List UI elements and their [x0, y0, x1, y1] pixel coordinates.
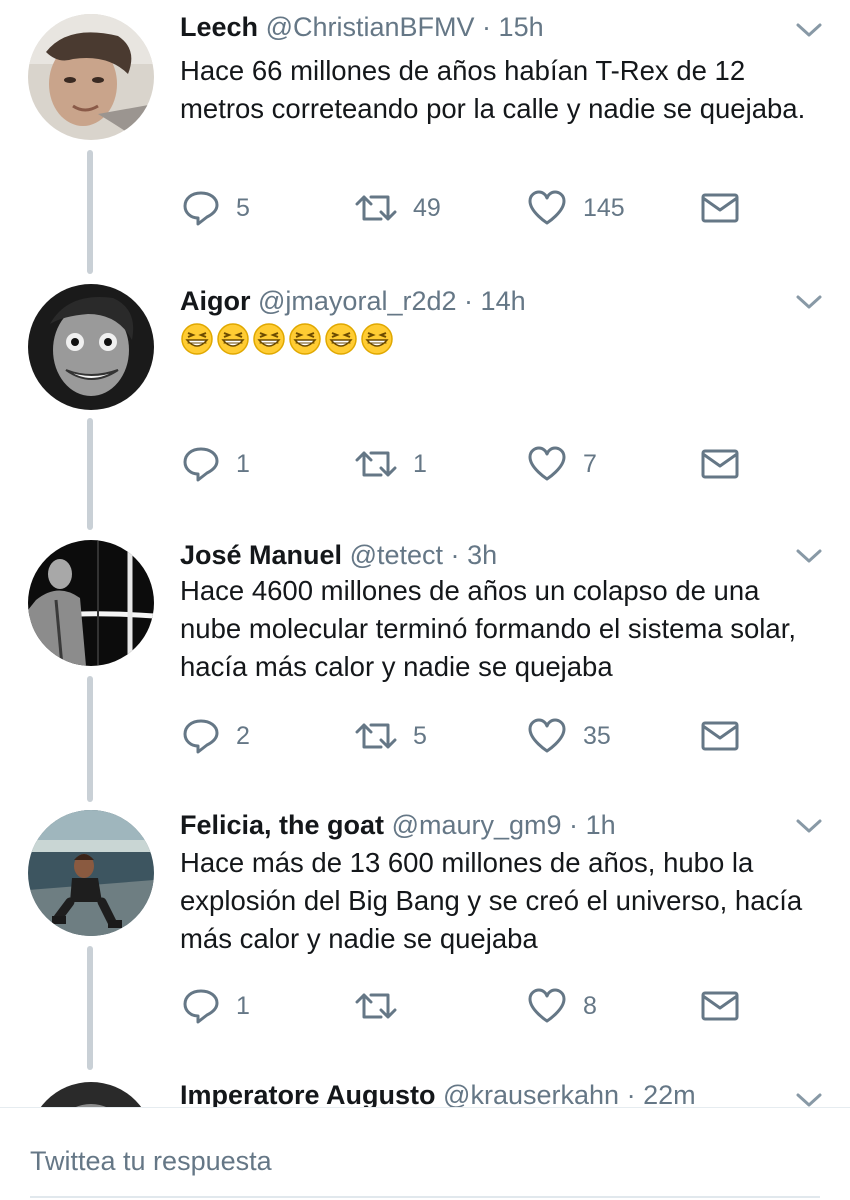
author-handle[interactable]: @krauserkahn — [443, 1080, 619, 1110]
chevron-down-icon[interactable] — [794, 292, 824, 312]
author-handle[interactable]: @ChristianBFMV — [266, 12, 475, 42]
tweet: Felicia, the goat @maury_gm9 · 1h Hace m… — [0, 808, 850, 1048]
retweet-count: 5 — [413, 721, 427, 750]
avatar[interactable] — [28, 810, 154, 936]
author-handle[interactable]: @maury_gm9 — [392, 810, 562, 840]
direct-message-button[interactable] — [700, 986, 740, 1026]
tweet: José Manuel @tetect · 3h Hace 4600 millo… — [0, 538, 850, 778]
avatar[interactable] — [28, 284, 154, 410]
reply-composer: Twittea tu respuesta — [0, 1107, 850, 1200]
heart-icon — [528, 718, 566, 753]
reply-icon — [183, 191, 219, 226]
direct-message-button[interactable] — [700, 188, 740, 228]
tweet-header: Leech @ChristianBFMV · 15h — [180, 10, 544, 44]
direct-message-button[interactable] — [700, 444, 740, 484]
reply-button[interactable]: 2 — [182, 716, 250, 756]
heart-icon — [528, 190, 566, 225]
retweet-button[interactable]: 5 — [355, 716, 427, 756]
author-name[interactable]: José Manuel — [180, 540, 342, 570]
like-count: 35 — [583, 721, 611, 750]
timestamp[interactable]: 3h — [467, 540, 497, 570]
grinning-squinting-face-icon — [181, 323, 213, 355]
avatar[interactable] — [28, 14, 154, 140]
grinning-squinting-face-icon — [325, 323, 357, 355]
grinning-squinting-face-icon — [289, 323, 321, 355]
chevron-down-icon[interactable] — [794, 816, 824, 836]
tweet-header: Felicia, the goat @maury_gm9 · 1h — [180, 808, 616, 842]
author-handle[interactable]: @tetect — [350, 540, 443, 570]
reply-input-underline — [30, 1196, 820, 1198]
envelope-icon — [701, 193, 739, 223]
grinning-squinting-face-icon — [361, 323, 393, 355]
like-count: 7 — [583, 449, 597, 478]
retweet-icon — [355, 723, 397, 749]
separator-dot: · — [450, 540, 460, 570]
timestamp[interactable]: 15h — [499, 12, 544, 42]
emoji-row — [180, 322, 394, 356]
reply-input[interactable]: Twittea tu respuesta — [30, 1146, 272, 1177]
retweet-button[interactable]: 49 — [355, 188, 441, 228]
separator-dot: · — [626, 1080, 636, 1110]
tweet-actions: 1 1 7 — [180, 444, 780, 484]
retweet-icon — [355, 993, 397, 1019]
reply-count: 1 — [236, 991, 250, 1020]
grinning-squinting-face-icon — [253, 323, 285, 355]
avatar[interactable] — [28, 540, 154, 666]
separator-dot: · — [569, 810, 579, 840]
timestamp[interactable]: 14h — [481, 286, 526, 316]
tweet-header: José Manuel @tetect · 3h — [180, 538, 497, 572]
reply-button[interactable]: 5 — [182, 188, 250, 228]
separator-dot: · — [464, 286, 474, 316]
retweet-count: 1 — [413, 449, 427, 478]
timestamp[interactable]: 22m — [643, 1080, 696, 1110]
like-count: 145 — [583, 193, 625, 222]
author-handle[interactable]: @jmayoral_r2d2 — [258, 286, 457, 316]
retweet-count: 49 — [413, 193, 441, 222]
timestamp[interactable]: 1h — [586, 810, 616, 840]
chevron-down-icon[interactable] — [794, 546, 824, 566]
heart-icon — [528, 446, 566, 481]
like-button[interactable]: 7 — [527, 444, 597, 484]
chevron-down-icon[interactable] — [794, 20, 824, 40]
author-name[interactable]: Felicia, the goat — [180, 810, 384, 840]
reply-icon — [183, 719, 219, 754]
tweet-text: Hace 66 millones de años habían T-Rex de… — [180, 55, 806, 124]
tweet-actions: 1 8 — [180, 986, 780, 1026]
separator-dot: · — [482, 12, 492, 42]
envelope-icon — [701, 449, 739, 479]
envelope-icon — [701, 991, 739, 1021]
tweet-text: Hace más de 13 600 millones de años, hub… — [180, 847, 803, 954]
grinning-squinting-face-icon — [217, 323, 249, 355]
like-count: 8 — [583, 991, 597, 1020]
tweet-actions: 5 49 145 — [180, 188, 780, 228]
retweet-icon — [355, 451, 397, 477]
retweet-icon — [355, 195, 397, 221]
retweet-button[interactable]: 1 — [355, 444, 427, 484]
like-button[interactable]: 8 — [527, 986, 597, 1026]
reply-icon — [183, 989, 219, 1024]
author-name[interactable]: Aigor — [180, 286, 251, 316]
tweet-header: Aigor @jmayoral_r2d2 · 14h — [180, 284, 526, 318]
like-button[interactable]: 145 — [527, 188, 625, 228]
tweet-text: Hace 4600 millones de años un colapso de… — [180, 575, 796, 682]
tweet: Leech @ChristianBFMV · 15h Hace 66 millo… — [0, 10, 850, 250]
tweet: Aigor @jmayoral_r2d2 · 14h 1 1 7 — [0, 284, 850, 514]
heart-icon — [528, 988, 566, 1023]
direct-message-button[interactable] — [700, 716, 740, 756]
author-name[interactable]: Imperatore Augusto — [180, 1080, 436, 1110]
envelope-icon — [701, 721, 739, 751]
like-button[interactable]: 35 — [527, 716, 611, 756]
reply-icon — [183, 447, 219, 482]
retweet-button[interactable] — [355, 986, 413, 1026]
reply-button[interactable]: 1 — [182, 444, 250, 484]
reply-count: 1 — [236, 449, 250, 478]
reply-count: 2 — [236, 721, 250, 750]
reply-button[interactable]: 1 — [182, 986, 250, 1026]
tweet-actions: 2 5 35 — [180, 716, 780, 756]
author-name[interactable]: Leech — [180, 12, 258, 42]
reply-count: 5 — [236, 193, 250, 222]
